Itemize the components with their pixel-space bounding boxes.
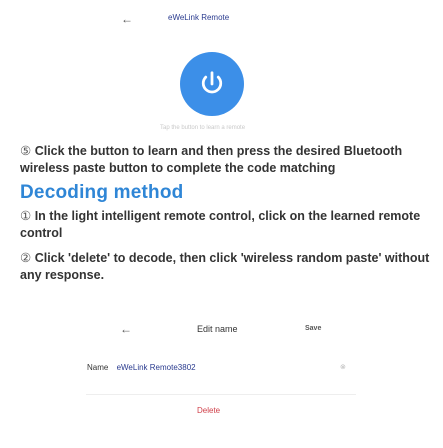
left-arrow-icon: ←: [121, 12, 133, 26]
edit-back-button[interactable]: ←: [120, 322, 132, 336]
step1-number: ①: [20, 209, 32, 223]
decoding-title: Decoding method: [20, 182, 184, 203]
name-field[interactable]: eWeLink Remote3802: [117, 363, 196, 372]
clear-circle-icon[interactable]: ⊗: [340, 363, 346, 371]
name-label: Name: [87, 363, 109, 372]
decoding-step2: ② Click 'delete' to decode, then click '…: [20, 250, 430, 284]
step5-paragraph: ⑤ Click the button to learn and then pre…: [20, 143, 430, 177]
name-row: Name eWeLink Remote3802: [87, 363, 196, 372]
step5-number: ⑤: [20, 144, 32, 158]
learn-power-button[interactable]: [180, 52, 244, 116]
learn-hint: Tap the button to learn a remote: [160, 125, 246, 131]
save-button[interactable]: Save: [305, 325, 321, 332]
back-button[interactable]: ←: [121, 12, 133, 26]
divider: [86, 394, 356, 395]
step2-text: Click 'delete' to decode, then click 'wi…: [20, 251, 430, 282]
step2-number: ②: [20, 251, 32, 265]
step5-text: Click the button to learn and then press…: [20, 144, 403, 175]
decoding-step1: ① In the light intelligent remote contro…: [20, 208, 430, 242]
header-title: eWeLink Remote: [168, 13, 230, 22]
step1-text: In the light intelligent remote control,…: [20, 209, 421, 240]
power-icon: [201, 71, 223, 94]
left-arrow-icon: ←: [120, 322, 132, 336]
edit-title: Edit name: [197, 324, 238, 334]
delete-button[interactable]: Delete: [197, 406, 220, 415]
